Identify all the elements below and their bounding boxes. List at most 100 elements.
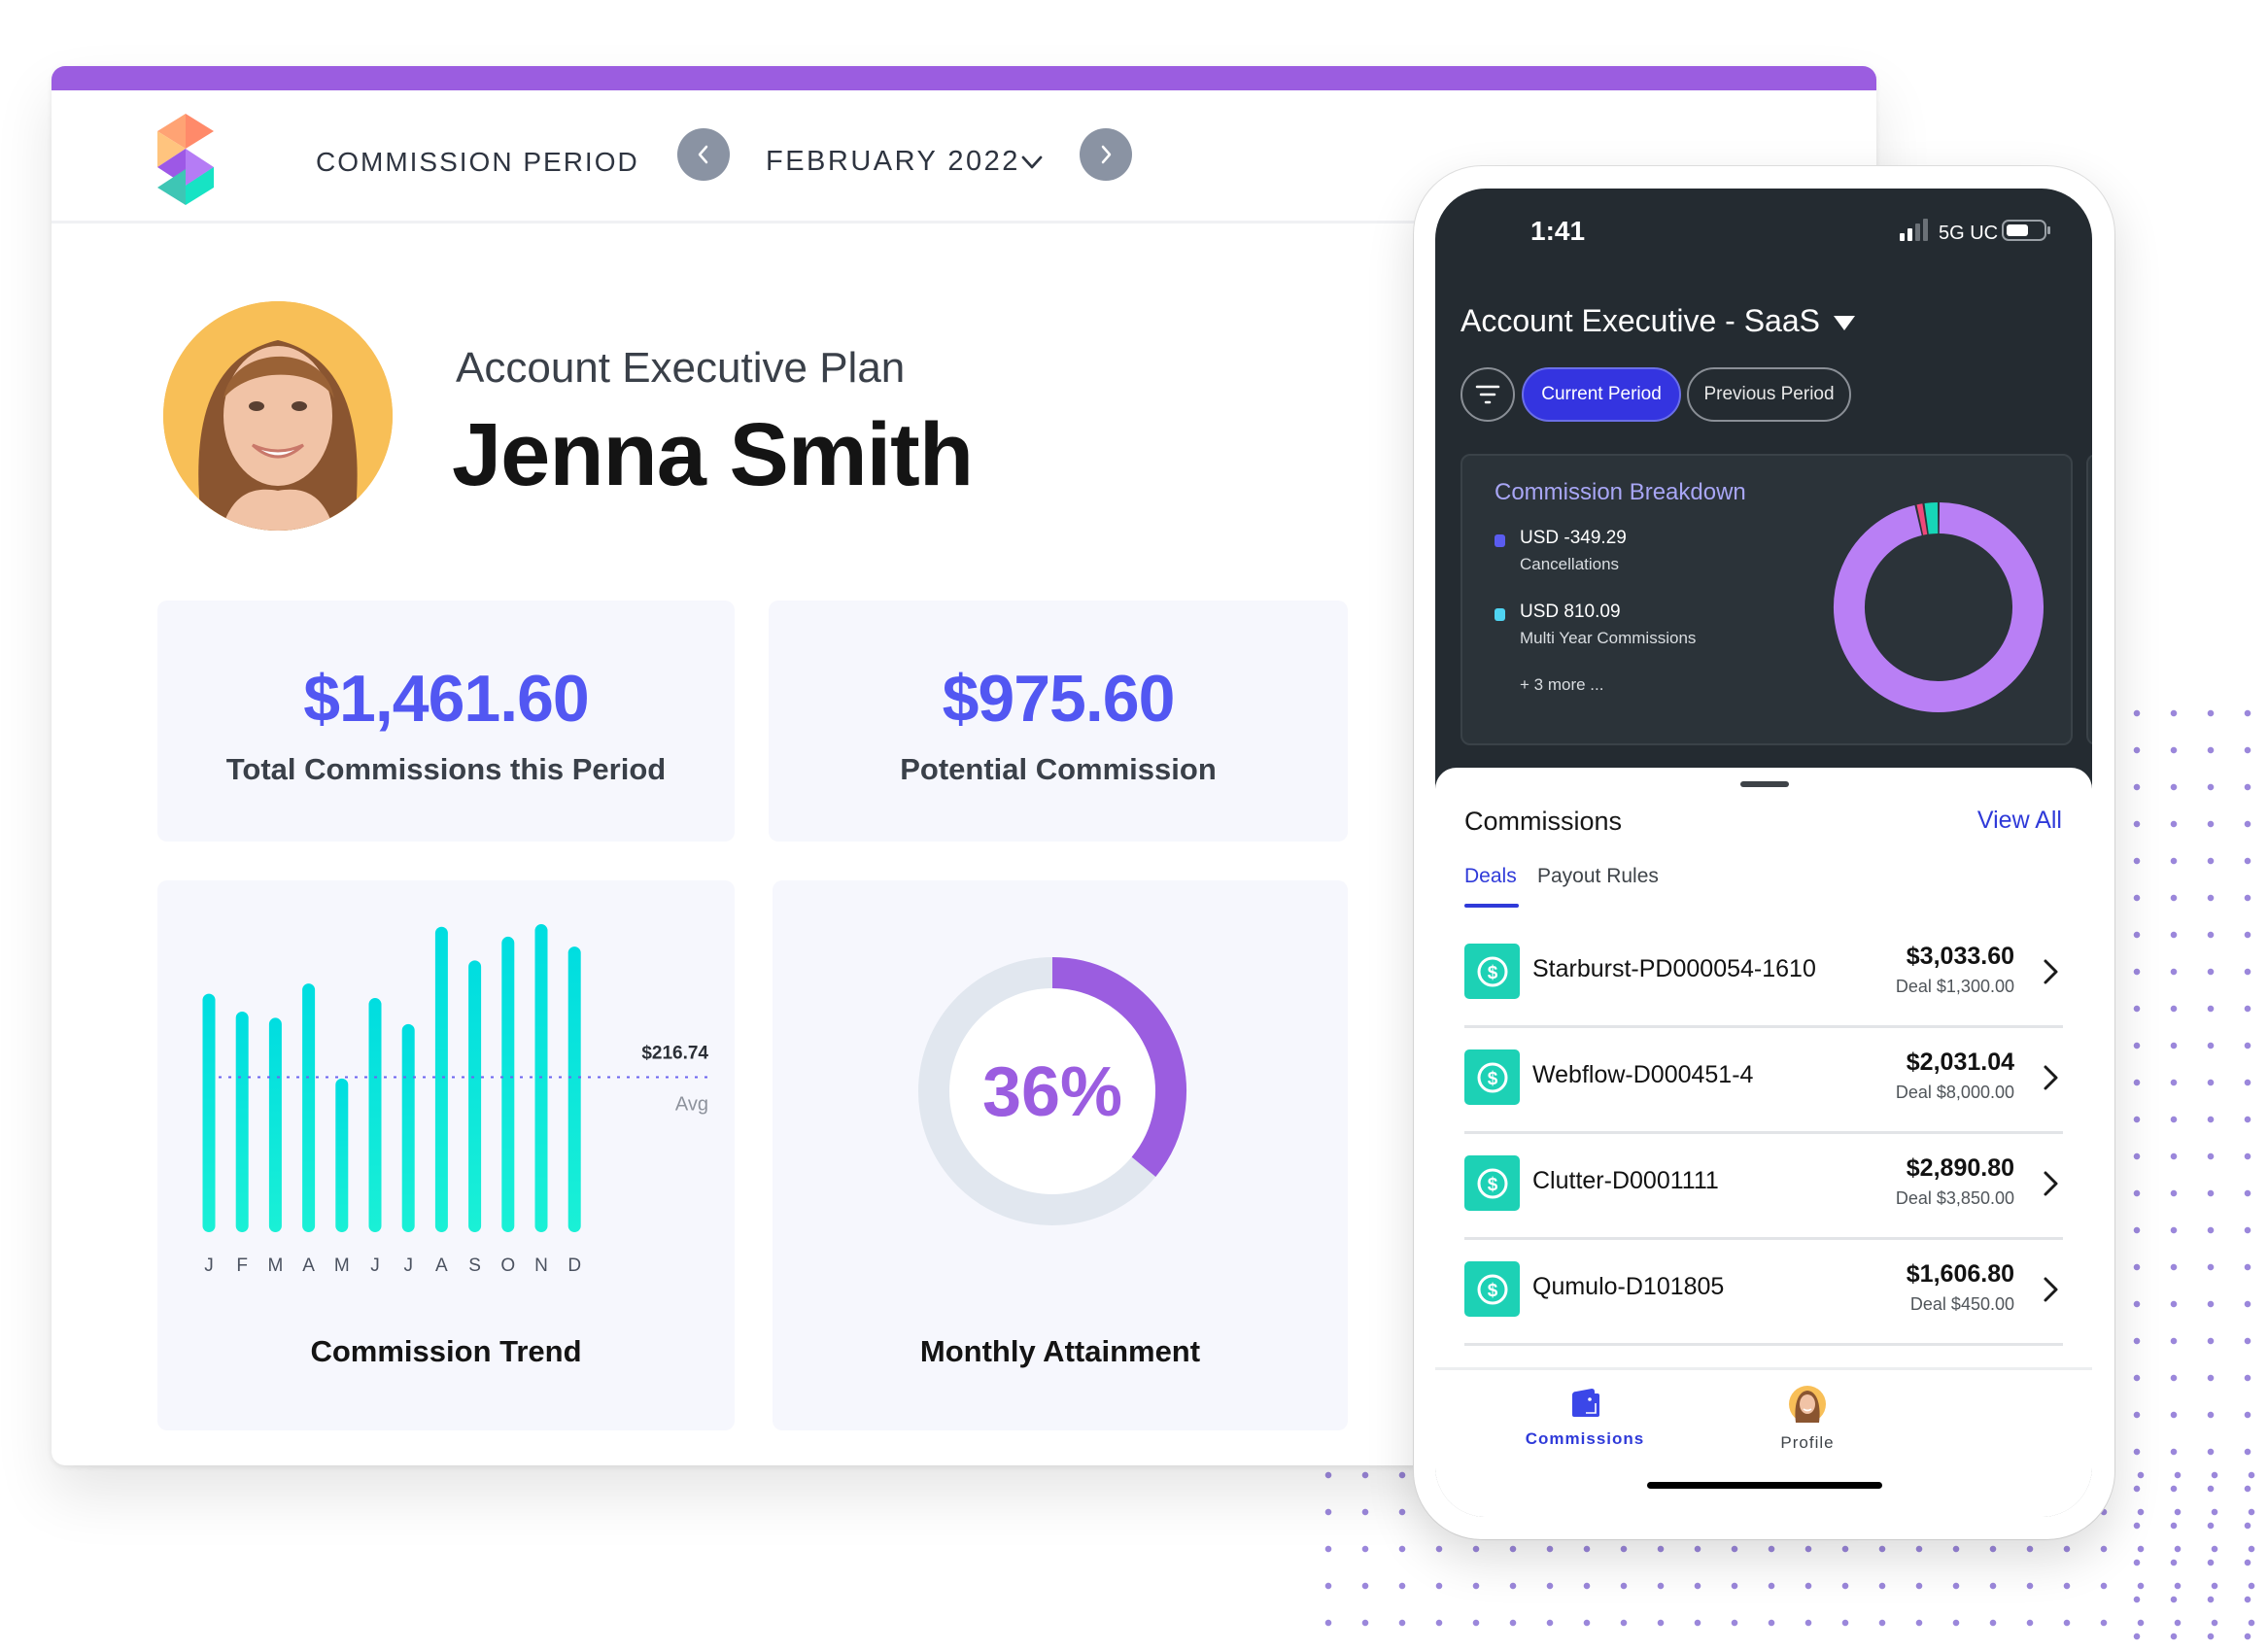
svg-text:$: $ (1487, 1175, 1497, 1195)
home-indicator[interactable] (1647, 1482, 1882, 1489)
next-period-button[interactable] (1080, 128, 1132, 181)
breakdown-title: Commission Breakdown (1495, 479, 1746, 505)
filter-button[interactable] (1460, 367, 1515, 422)
avatar (1789, 1386, 1826, 1423)
trend-bar (302, 983, 316, 1232)
breakdown-value: USD -349.29 (1520, 528, 1627, 548)
commission-period-label: COMMISSION PERIOD (316, 147, 639, 177)
current-period-chip[interactable]: Current Period (1522, 367, 1681, 422)
trend-bar (501, 936, 515, 1232)
tabbar-commissions[interactable]: Commissions (1497, 1386, 1672, 1449)
legend-swatch (1495, 608, 1505, 621)
trend-bar (534, 924, 548, 1232)
deal-commission-amount: $3,033.60 (1906, 943, 2014, 970)
trend-bar (567, 946, 581, 1232)
previous-period-button[interactable] (677, 128, 730, 181)
top-accent-bar (52, 66, 1876, 90)
svg-text:$: $ (1487, 963, 1497, 983)
deal-row[interactable]: $ Clutter-D0001111 $2,890.80 Deal $3,850.00 (1464, 1135, 2063, 1240)
donut-slice (1834, 502, 2044, 712)
deal-name: Qumulo-D101805 (1532, 1273, 1725, 1300)
breakdown-donut-chart (1834, 502, 2044, 712)
chevron-left-icon (698, 145, 708, 164)
signal-icon (1900, 219, 1928, 241)
total-commissions-value: $1,461.60 (303, 662, 590, 736)
person-name: Jenna Smith (452, 405, 974, 504)
commission-trend-card: $216.74 Avg JFMAMJJASOND Commission Tren… (157, 880, 735, 1430)
sheet-drag-handle[interactable] (1740, 781, 1789, 787)
x-tick-label: S (468, 1255, 481, 1276)
status-icons: 5G UC (1900, 219, 2050, 244)
potential-commission-label: Potential Commission (900, 752, 1217, 786)
chevron-right-icon (2044, 1171, 2058, 1196)
monthly-attainment-chart: 36% (918, 957, 1186, 1225)
x-tick-label: M (267, 1255, 283, 1276)
donut-slice (1924, 502, 1939, 534)
chevron-right-icon (2044, 1277, 2058, 1302)
breakdown-label: Multi Year Commissions (1520, 629, 1697, 647)
deal-name: Starburst-PD000054-1610 (1532, 955, 1816, 982)
commission-breakdown-card[interactable]: Commission Breakdown USD -349.29 Cancell… (1460, 454, 2073, 745)
tabbar-label: Profile (1780, 1433, 1835, 1452)
deal-value: Deal $8,000.00 (1895, 1083, 2014, 1102)
phone-mockup: 1:41 5G UC Account Executive - SaaS Curr… (1414, 166, 2114, 1539)
trend-bar (268, 1017, 282, 1232)
x-tick-label: D (567, 1255, 581, 1276)
commission-trend-title: Commission Trend (310, 1334, 582, 1368)
svg-text:$: $ (1487, 1069, 1497, 1089)
legend-swatch (1495, 534, 1505, 547)
tabbar-profile[interactable]: Profile (1720, 1386, 1895, 1453)
total-commissions-card: $1,461.60 Total Commissions this Period (157, 601, 735, 842)
deal-row[interactable]: $ Qumulo-D101805 $1,606.80 Deal $450.00 (1464, 1241, 2063, 1346)
status-time: 1:41 (1530, 216, 1586, 246)
potential-commission-card: $975.60 Potential Commission (769, 601, 1348, 842)
logo-icon (157, 114, 214, 205)
monthly-attainment-card: 36% Monthly Attainment (773, 880, 1348, 1430)
x-tick-label: F (236, 1255, 248, 1276)
battery-icon (2002, 220, 2050, 241)
chevron-right-icon (2044, 959, 2058, 984)
deal-row[interactable]: $ Webflow-D000451-4 $2,031.04 Deal $8,000.0… (1464, 1029, 2063, 1134)
previous-period-chip[interactable]: Previous Period (1687, 367, 1851, 422)
deal-value: Deal $450.00 (1909, 1294, 2014, 1314)
chevron-down-icon[interactable] (1019, 153, 1045, 172)
x-tick-label: J (403, 1255, 413, 1276)
filter-icon (1475, 385, 1500, 404)
commissions-title: Commissions (1464, 807, 1623, 836)
dollar-icon: $ (1464, 1155, 1520, 1211)
chevron-right-icon (1101, 145, 1112, 164)
dollar-icon: $ (1464, 1261, 1520, 1317)
deal-name: Webflow-D000451-4 (1532, 1061, 1754, 1088)
plan-dropdown[interactable]: Account Executive - SaaS (1460, 303, 1855, 339)
view-all-link[interactable]: View All (1977, 807, 2062, 835)
chevron-right-icon (2044, 1065, 2058, 1090)
plan-dropdown-label: Account Executive - SaaS (1460, 303, 1820, 338)
dollar-icon: $ (1464, 1049, 1520, 1105)
breakdown-value: USD 810.09 (1520, 602, 1621, 622)
deal-commission-amount: $1,606.80 (1906, 1260, 2014, 1288)
trend-bar (434, 926, 448, 1232)
next-card-peek[interactable] (2086, 454, 2092, 745)
period-select[interactable]: FEBRUARY 2022 (766, 146, 1020, 178)
avg-value-label: $216.74 (641, 1044, 708, 1064)
trend-bar (202, 993, 216, 1232)
avg-label: Avg (675, 1094, 708, 1116)
tabbar-label: Commissions (1525, 1429, 1645, 1448)
trend-bar (335, 1078, 349, 1232)
x-tick-label: A (302, 1255, 315, 1276)
wallet-icon (1572, 1389, 1599, 1417)
plan-title: Account Executive Plan (456, 344, 906, 392)
svg-text:$: $ (1487, 1281, 1497, 1301)
commission-trend-chart: $216.74 Avg JFMAMJJASOND (202, 924, 708, 1276)
bottom-tab-bar: Commissions Profile (1435, 1367, 2092, 1517)
breakdown-more-link[interactable]: + 3 more ... (1520, 675, 1603, 695)
caret-down-icon (1833, 316, 1855, 330)
deal-row[interactable]: $ Starburst-PD000054-1610 $3,033.60 Deal $1… (1464, 923, 2063, 1028)
avatar (163, 301, 393, 531)
attainment-percent: 36% (982, 1053, 1122, 1131)
tab-deals[interactable]: Deals (1464, 865, 1517, 888)
network-label: 5G UC (1939, 223, 1998, 244)
tab-payout-rules[interactable]: Payout Rules (1537, 865, 1659, 888)
deal-commission-amount: $2,031.04 (1906, 1049, 2014, 1076)
trend-bar (368, 998, 382, 1232)
